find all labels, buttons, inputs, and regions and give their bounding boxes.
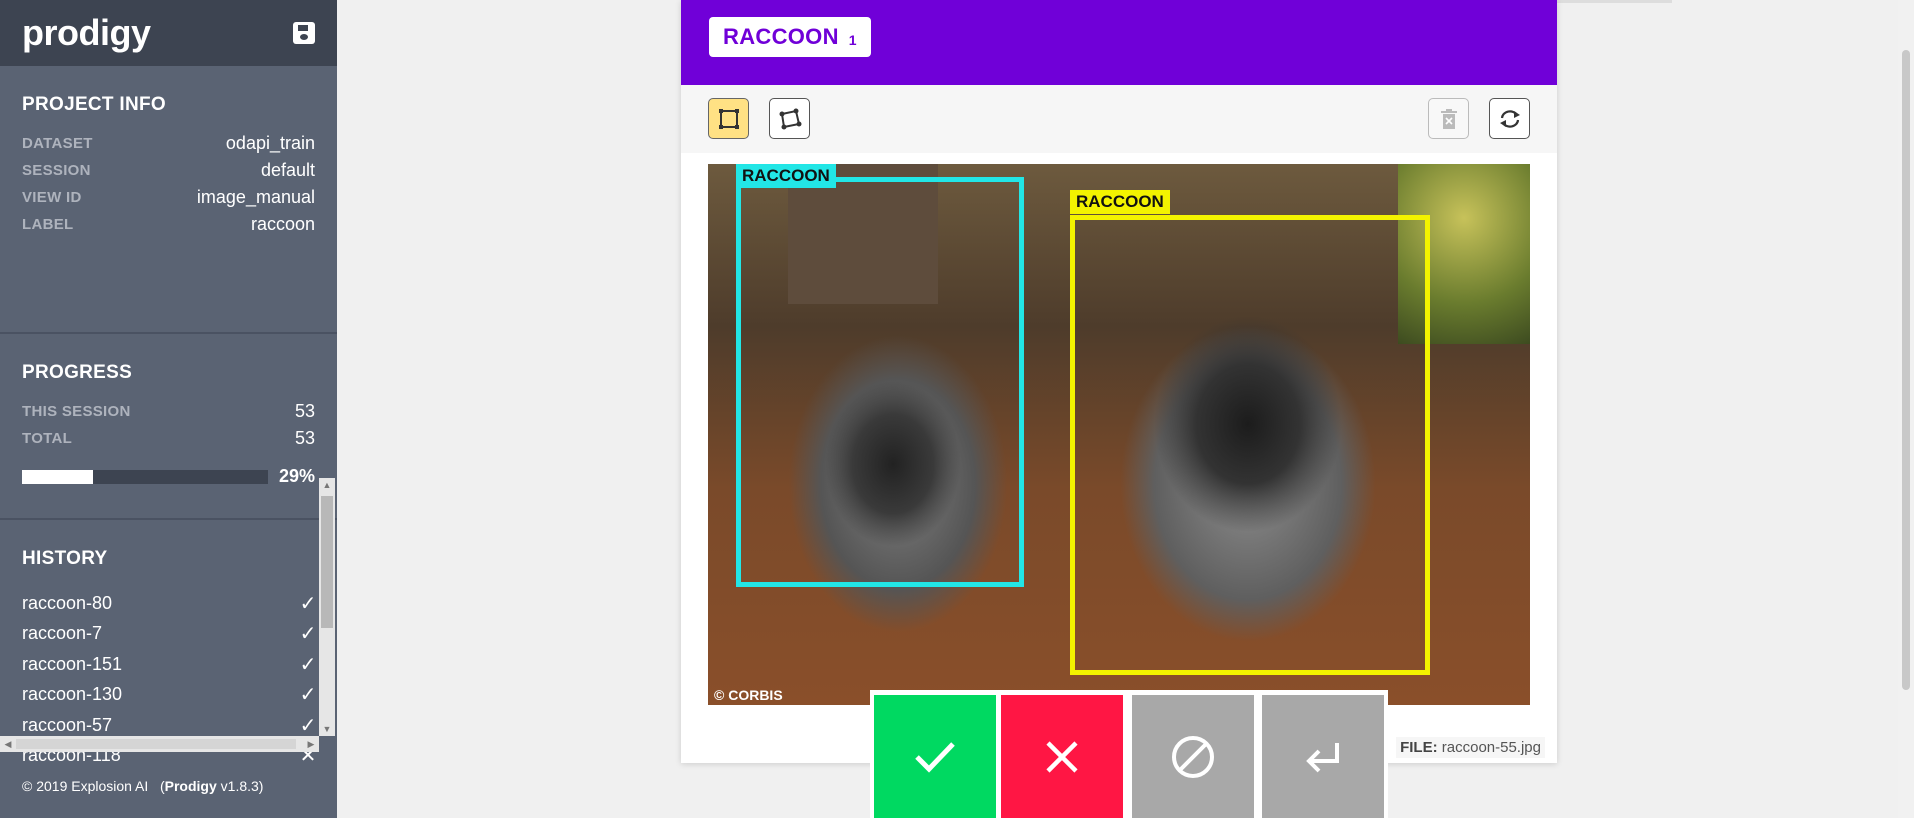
reset-button[interactable] [1489,98,1530,139]
history-item[interactable]: raccoon-80 ✓ [22,588,318,619]
info-value: raccoon [250,214,315,234]
progress-bar [22,469,268,484]
ignore-button[interactable] [1132,695,1254,818]
progress-key: TOTAL [22,430,73,447]
info-row-label: LABEL raccoon [22,211,315,238]
rectangle-icon [718,108,739,129]
file-info: FILE: raccoon-55.jpg [1396,737,1545,758]
info-value: odapi_train [225,133,315,153]
progress-row-total: TOTAL 53 [22,425,315,452]
footer-version: v1.8.3 [220,778,259,794]
history-item[interactable]: raccoon-130 ✓ [22,680,318,711]
progress-value: 53 [294,401,315,421]
refresh-icon [1499,109,1520,128]
image-watermark: © CORBIS [714,687,783,703]
scroll-down-arrow-icon[interactable]: ▼ [319,722,335,736]
ignore-icon [1172,735,1214,778]
history-vertical-scrollbar[interactable]: ▲ ▼ [319,478,335,736]
close-icon [1046,740,1078,773]
info-row-dataset: DATASET odapi_train [22,130,315,157]
progress-bar-row: 29% [22,466,315,487]
raccoon-image[interactable]: RACCOON RACCOON © CORBIS [708,164,1530,705]
label-bar: RACCOON 1 [681,0,1557,85]
undo-arrow-icon [1306,742,1339,772]
info-row-view-id: VIEW ID image_manual [22,184,315,211]
history-item-label: raccoon-151 [22,653,123,674]
reject-button[interactable] [1001,695,1123,818]
image-toolbar [681,85,1557,153]
info-key: VIEW ID [22,189,82,206]
info-key: SESSION [22,162,91,179]
info-value: default [260,160,315,180]
progress-bar-fill [22,469,94,484]
footer: © 2019 Explosion AI (Prodigy v1.8.3) [22,778,264,794]
history-section: HISTORY raccoon-80 ✓ raccoon-7 ✓ raccoon… [0,520,337,810]
annotation-card: RACCOON 1 RACCOON RACCOON © CORBIS FILE:… [681,0,1557,763]
info-value: image_manual [196,187,315,207]
accept-check-icon: ✓ [299,684,317,707]
history-item-label: raccoon-57 [22,714,113,735]
history-item[interactable]: raccoon-151 ✓ [22,649,318,680]
info-key: DATASET [22,135,93,152]
info-key: LABEL [22,216,74,233]
file-key: FILE: [1400,739,1438,756]
bounding-box[interactable] [736,177,1024,587]
progress-title: PROGRESS [22,362,133,383]
history-horizontal-scrollbar[interactable]: ◀ ▶ [0,736,319,752]
project-info-title: PROJECT INFO [22,94,167,115]
history-item-label: raccoon-130 [22,684,123,705]
history-item-label: raccoon-80 [22,592,113,613]
info-row-session: SESSION default [22,157,315,184]
footer-product[interactable]: Prodigy [165,778,217,794]
polygon-tool-button[interactable] [769,98,810,139]
history-item-label: raccoon-7 [22,623,103,644]
scroll-up-arrow-icon[interactable]: ▲ [319,478,335,492]
bounding-box-label: RACCOON [736,164,836,188]
save-icon[interactable] [293,22,315,44]
page-vertical-scrollbar[interactable] [1898,0,1914,818]
delete-box-button[interactable] [1428,98,1469,139]
action-buttons [870,690,1388,818]
history-item[interactable]: raccoon-7 ✓ [22,619,318,650]
check-icon [915,741,955,773]
accept-check-icon: ✓ [299,653,317,676]
scrollbar-thumb[interactable] [16,739,296,749]
file-name: raccoon-55.jpg [1441,739,1541,756]
history-item[interactable]: raccoon-128 ✓ [22,771,318,774]
trash-icon [1440,108,1457,129]
progress-section: PROGRESS THIS SESSION 53 TOTAL 53 29% [0,334,337,520]
label-shortcut: 1 [848,32,857,48]
bounding-box-label: RACCOON [1070,190,1170,214]
scrollbar-thumb[interactable] [1902,50,1910,690]
scroll-left-arrow-icon[interactable]: ◀ [0,736,16,752]
sidebar: prodigy PROJECT INFO DATASET odapi_train… [0,0,337,818]
scrollbar-thumb[interactable] [321,496,333,628]
sidebar-header: prodigy [0,0,337,66]
footer-copyright: © 2019 Explosion AI [22,778,149,794]
project-info-section: PROJECT INFO DATASET odapi_train SESSION… [0,66,337,334]
accept-check-icon: ✓ [299,592,317,615]
polygon-icon [779,108,801,129]
prodigy-logo: prodigy [22,12,151,53]
bounding-box[interactable] [1070,215,1430,675]
label-name: RACCOON [723,24,839,49]
label-chip-raccoon[interactable]: RACCOON 1 [709,17,871,57]
progress-value: 53 [294,428,315,448]
accept-check-icon: ✓ [299,714,317,737]
scroll-right-arrow-icon[interactable]: ▶ [303,736,319,752]
progress-percent: 29% [278,466,315,486]
undo-button[interactable] [1262,695,1384,818]
accept-button[interactable] [874,695,996,818]
rectangle-tool-button[interactable] [708,98,749,139]
progress-row-session: THIS SESSION 53 [22,398,315,425]
progress-key: THIS SESSION [22,403,131,420]
accept-check-icon: ✓ [299,623,317,646]
history-title: HISTORY [22,548,108,569]
